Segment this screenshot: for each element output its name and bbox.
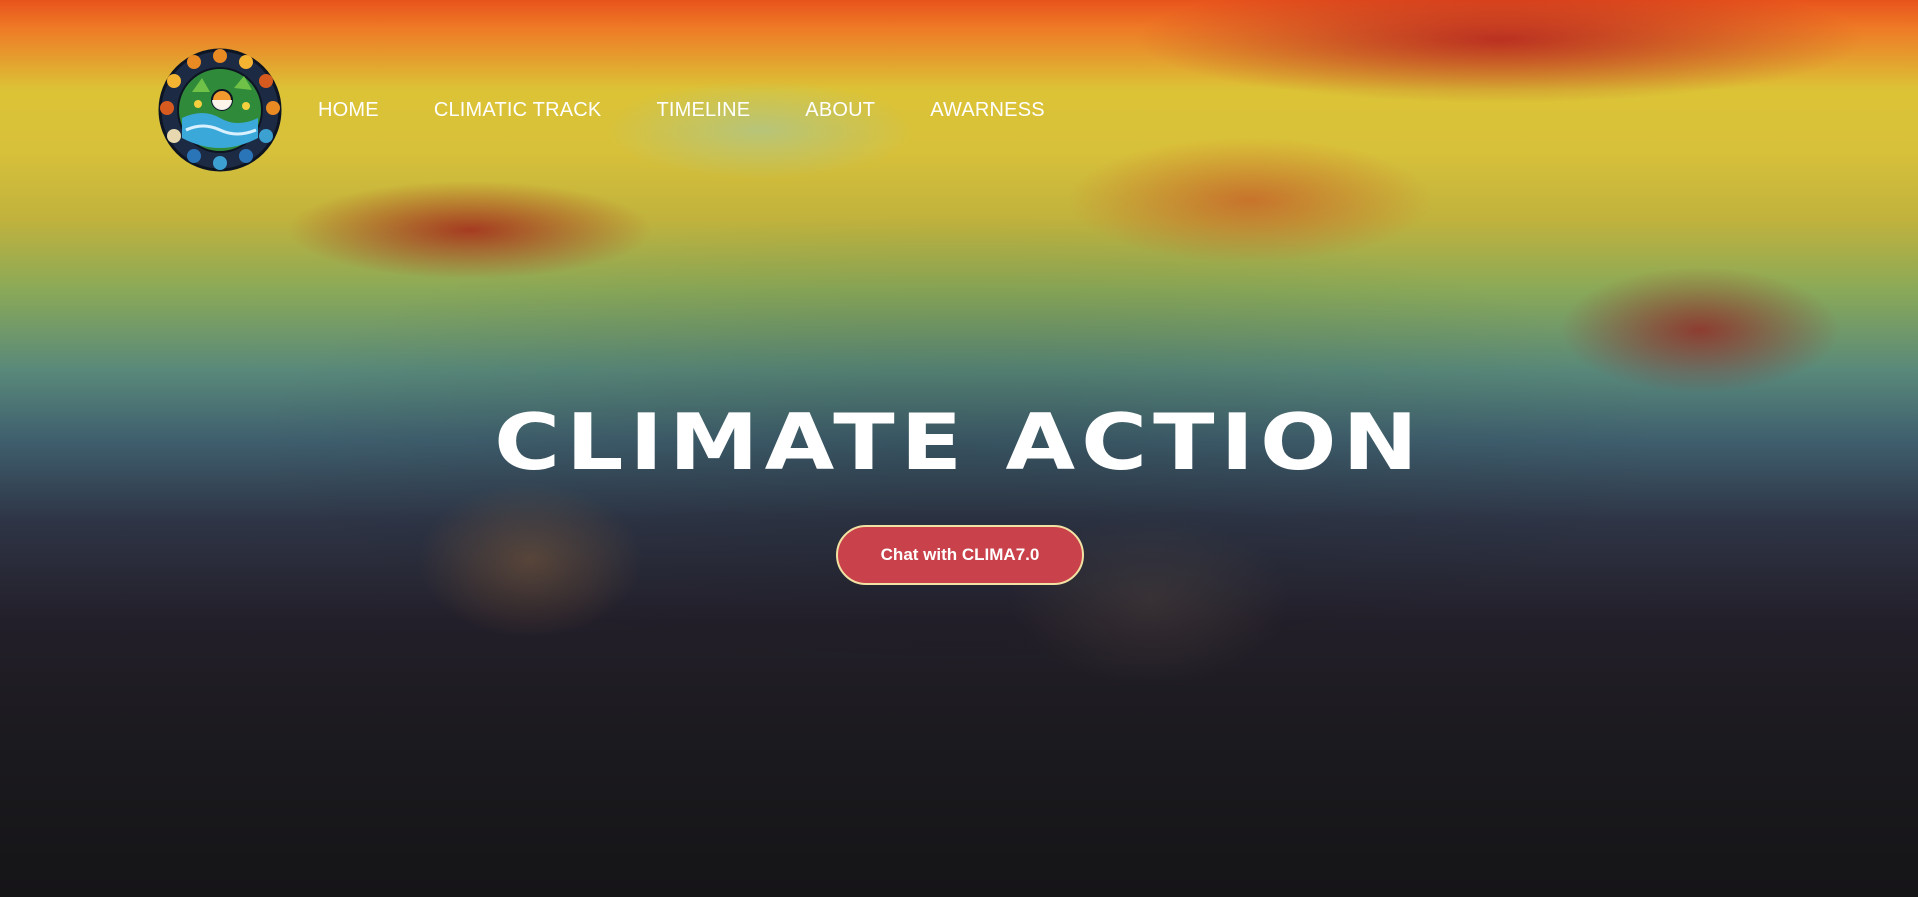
nav-climatic-track[interactable]: CLIMATIC TRACK	[434, 99, 602, 122]
climate-emblem-logo[interactable]	[158, 48, 282, 172]
hero-section: HOME CLIMATIC TRACK TIMELINE ABOUT AWARN…	[0, 0, 1918, 897]
nav-timeline[interactable]: TIMELINE	[656, 99, 750, 122]
hero-title: CLIMATE ACTION	[494, 397, 1424, 488]
nav-awareness[interactable]: AWARNESS	[930, 99, 1045, 122]
nav-about[interactable]: ABOUT	[805, 99, 875, 122]
chat-with-clima-button[interactable]: Chat with CLIMA7.0	[836, 525, 1084, 585]
main-navigation: HOME CLIMATIC TRACK TIMELINE ABOUT AWARN…	[318, 98, 1100, 122]
nav-home[interactable]: HOME	[318, 99, 379, 122]
